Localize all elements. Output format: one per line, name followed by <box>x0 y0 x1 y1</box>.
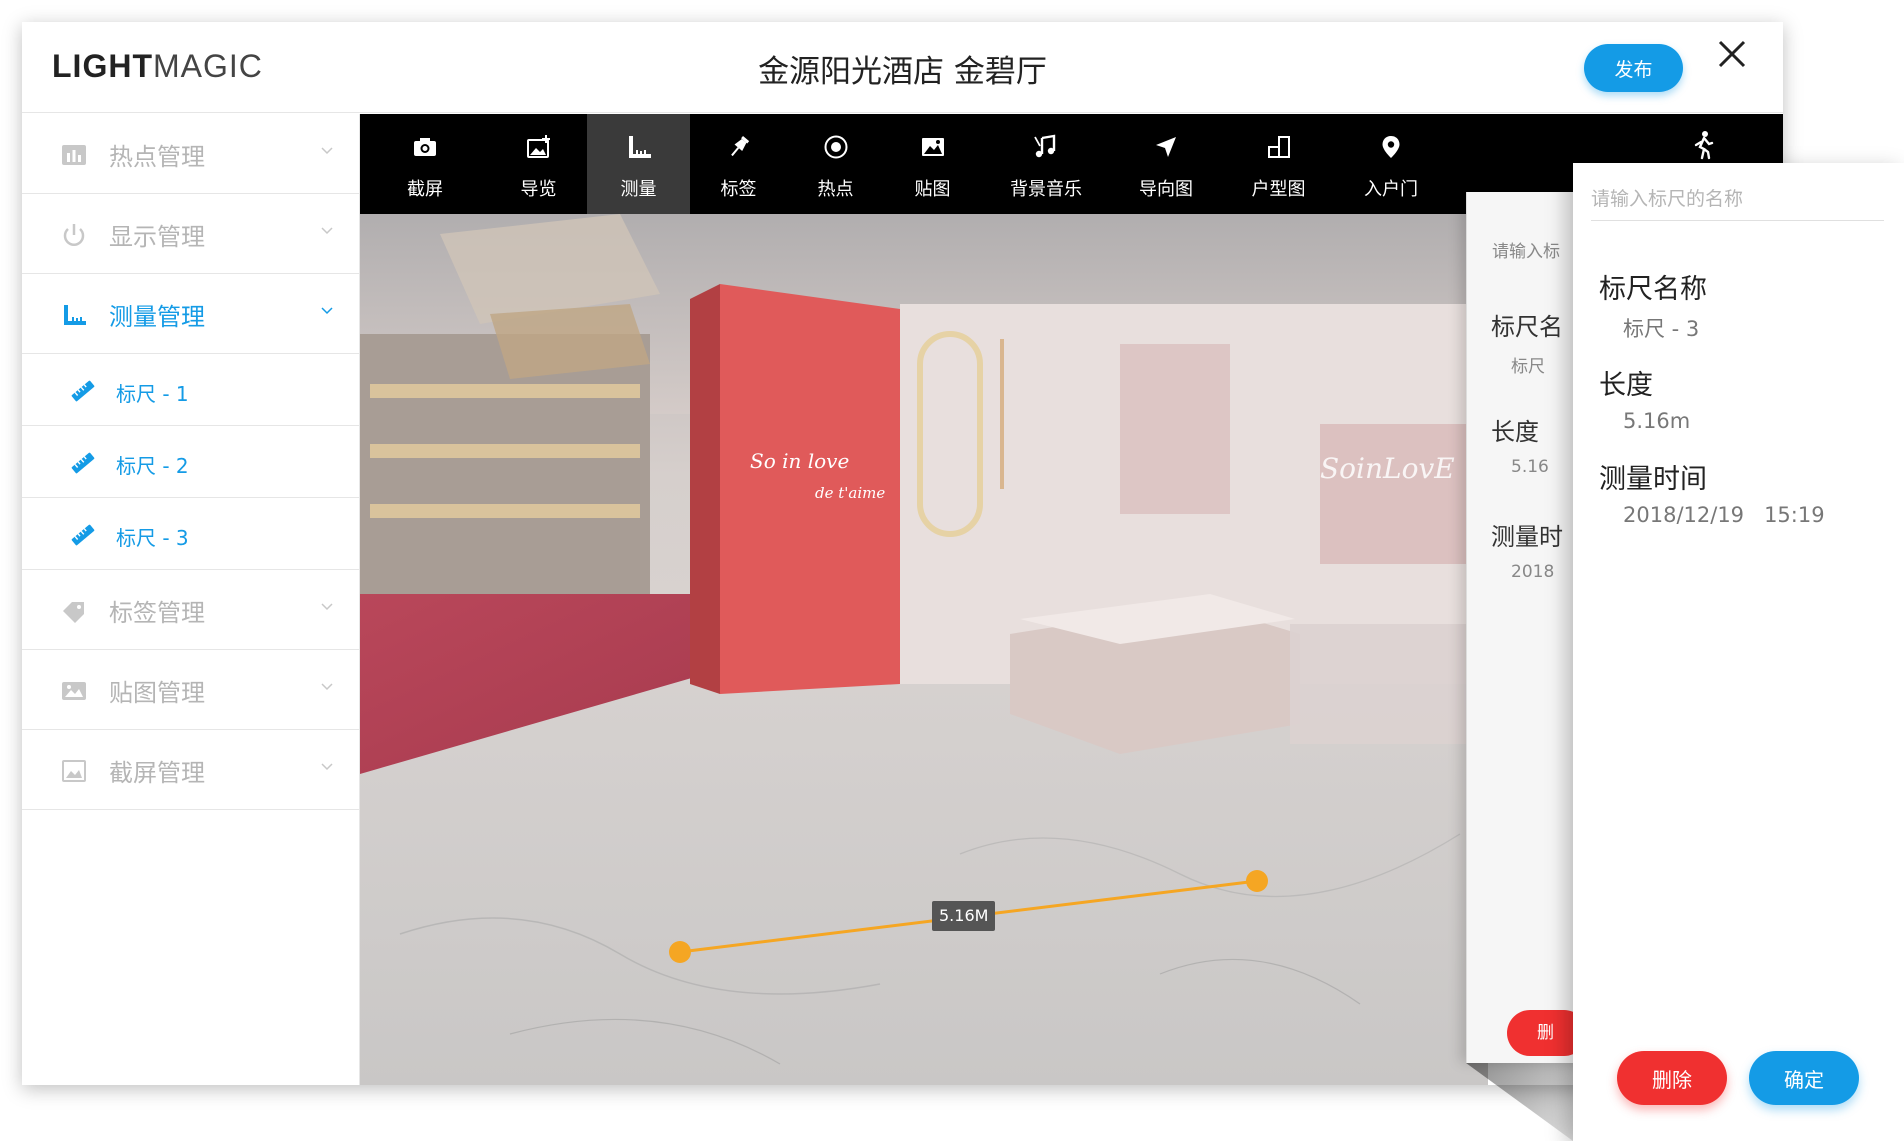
ruler-list-item[interactable]: 标尺 - 1 <box>22 354 359 426</box>
pin-icon <box>730 136 749 157</box>
measurement-overlay <box>669 870 1268 963</box>
ruler-detail-panel: 标尺名称 标尺 - 3 长度 5.16m 测量时间 2018/12/19 15:… <box>1573 163 1904 1141</box>
ruler-icon <box>71 452 95 474</box>
chevron-down-icon <box>321 307 333 315</box>
measurement-end-handle[interactable] <box>1246 870 1268 892</box>
tool-label: 热点 <box>817 179 854 200</box>
ruler-name-input[interactable] <box>1591 177 1884 221</box>
bar-chart-icon <box>62 145 86 165</box>
chevron-down-icon <box>321 683 333 691</box>
tool-hotspot[interactable]: 热点 <box>787 114 884 214</box>
measure-time-value: 2018/12/19 15:19 <box>1623 503 1825 527</box>
panel-fold-shadow <box>1466 1063 1573 1141</box>
measure-time-label: 测量时间 <box>1599 464 1707 495</box>
sidebar-item-screenshot-management[interactable]: 截屏管理 <box>22 730 359 810</box>
measurement-start-handle[interactable] <box>669 941 691 963</box>
sidebar-item-label: 截屏管理 <box>109 759 205 787</box>
close-icon[interactable] <box>1712 34 1752 74</box>
tool-label: 入户门 <box>1364 179 1418 200</box>
screenshot-icon <box>62 760 86 782</box>
tool-label: 导览 <box>520 179 557 200</box>
panel-behind-value: 5.16 <box>1511 457 1549 477</box>
chevron-down-icon <box>321 227 333 235</box>
panel-behind-label: 长度 <box>1491 418 1539 446</box>
panel-behind-label: 测量时 <box>1491 523 1563 551</box>
panel-behind-placeholder: 请输入标 <box>1492 242 1560 262</box>
sidebar-item-display-management[interactable]: 显示管理 <box>22 194 359 274</box>
tag-icon <box>63 602 84 623</box>
walking-person-icon[interactable] <box>1690 130 1716 160</box>
music-icon <box>1034 134 1056 158</box>
tool-label: 背景音乐 <box>1010 179 1082 200</box>
panel-behind-value: 2018 <box>1511 562 1555 582</box>
length-value: 5.16m <box>1623 409 1691 433</box>
tool-label: 标签 <box>720 179 757 200</box>
ruler-icon <box>71 380 95 402</box>
confirm-button[interactable]: 确定 <box>1749 1051 1859 1105</box>
ruler-corner-icon <box>64 305 86 325</box>
sidebar-item-sticker-management[interactable]: 贴图管理 <box>22 650 359 730</box>
tool-sticker[interactable]: 贴图 <box>884 114 981 214</box>
picture-icon <box>921 138 944 156</box>
chevron-down-icon <box>321 603 333 611</box>
sidebar-item-label: 热点管理 <box>109 143 205 171</box>
tool-measure[interactable]: 测量 <box>587 114 690 214</box>
panorama-viewport[interactable]: So in love de t'aime SoinLovE 5.16M <box>360 214 1488 1085</box>
ruler-list-item[interactable]: 标尺 - 2 <box>22 426 359 498</box>
tool-tag[interactable]: 标签 <box>690 114 787 214</box>
ruler-icon <box>628 136 651 158</box>
measurement-label: 5.16M <box>932 901 996 931</box>
camera-icon <box>414 138 436 156</box>
ruler-list-item[interactable]: 标尺 - 3 <box>22 498 359 570</box>
sidebar-item-label: 贴图管理 <box>109 679 205 707</box>
length-label: 长度 <box>1599 370 1653 401</box>
tool-label: 导向图 <box>1139 179 1193 200</box>
navigation-icon <box>1156 137 1176 157</box>
publish-button[interactable]: 发布 <box>1584 44 1683 92</box>
tool-tour[interactable]: 导览 <box>490 114 587 214</box>
sidebar-item-label: 标签管理 <box>109 599 205 627</box>
tool-label: 测量 <box>620 179 657 200</box>
sidebar-item-label: 显示管理 <box>109 223 205 251</box>
target-icon <box>824 135 847 159</box>
image-icon <box>62 682 86 700</box>
delete-button[interactable]: 删除 <box>1617 1051 1727 1105</box>
ruler-name-value: 标尺 - 3 <box>1623 317 1700 341</box>
tool-background-music[interactable]: 背景音乐 <box>981 114 1111 214</box>
sidebar: 热点管理 显示管理 测量管理 标尺 - 1 标尺 - 2 标尺 - 3 标签管理 <box>22 114 360 1085</box>
tool-label: 贴图 <box>914 179 951 200</box>
tool-floor-plan[interactable]: 户型图 <box>1221 114 1336 214</box>
sidebar-item-hotspot-management[interactable]: 热点管理 <box>22 114 359 194</box>
floorplan-icon <box>1267 136 1290 158</box>
tool-entrance-door[interactable]: 入户门 <box>1336 114 1446 214</box>
ruler-list-item-label: 标尺 - 3 <box>116 526 189 550</box>
image-plus-icon <box>526 135 550 158</box>
tool-label: 截屏 <box>407 179 443 200</box>
panel-behind-value: 标尺 <box>1511 357 1545 377</box>
chevron-down-icon <box>321 147 333 155</box>
ruler-name-label: 标尺名称 <box>1599 274 1707 305</box>
ruler-icon <box>71 524 95 546</box>
ruler-list-item-label: 标尺 - 2 <box>116 454 189 478</box>
power-icon <box>63 224 85 246</box>
page-title: 金源阳光酒店 金碧厅 <box>758 54 1047 90</box>
header: LIGHTMAGIC 金源阳光酒店 金碧厅 发布 <box>22 22 1783 113</box>
tool-guide-map[interactable]: 导向图 <box>1111 114 1221 214</box>
ruler-list-item-label: 标尺 - 1 <box>116 382 189 406</box>
sidebar-item-measure-management[interactable]: 测量管理 <box>22 274 359 354</box>
chevron-down-icon <box>321 763 333 771</box>
sidebar-item-label: 测量管理 <box>109 303 205 331</box>
location-pin-icon <box>1382 136 1400 158</box>
panel-behind-label: 标尺名 <box>1491 313 1563 341</box>
sidebar-item-tag-management[interactable]: 标签管理 <box>22 570 359 650</box>
tool-label: 户型图 <box>1251 179 1306 200</box>
tool-screenshot[interactable]: 截屏 <box>360 114 490 214</box>
